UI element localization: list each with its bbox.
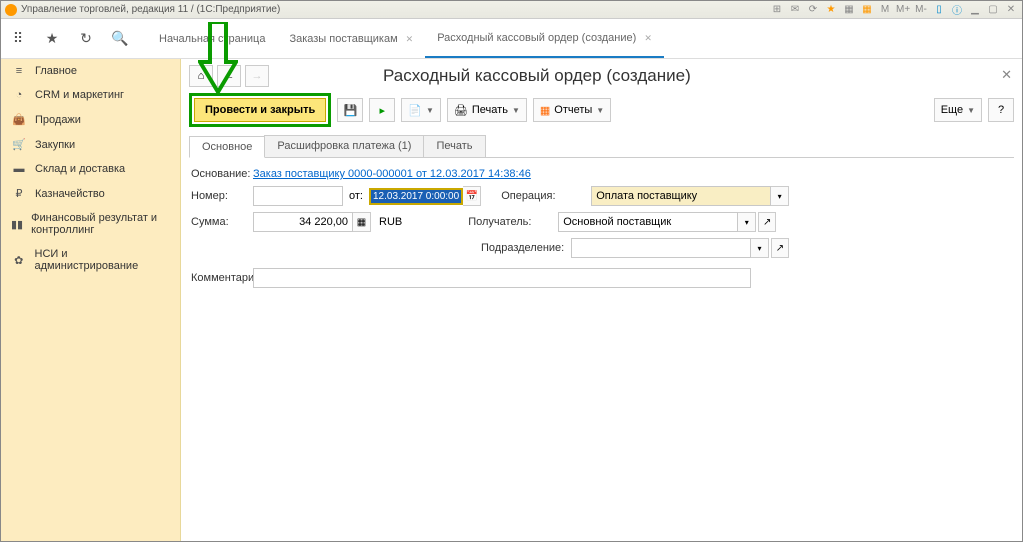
sys-icon-mm[interactable]: M- (914, 4, 928, 15)
chevron-down-icon: ▼ (596, 106, 604, 115)
tab-close-icon[interactable]: ✕ (644, 33, 652, 44)
calendar-button[interactable]: 📅 (463, 186, 481, 206)
sys-icon-1[interactable]: ⊞ (770, 4, 784, 15)
recipient-open[interactable]: ↗ (758, 212, 776, 232)
number-label: Номер: (191, 190, 253, 202)
sidebar-item-admin[interactable]: ✿НСИ и администрирование (1, 242, 180, 278)
window-close[interactable]: ✕ (1004, 4, 1018, 15)
tab-cash-order[interactable]: Расходный кассовый ордер (создание)✕ (425, 20, 664, 58)
bars-icon: ▮▮ (11, 218, 23, 231)
forward-button[interactable]: → (245, 65, 269, 87)
chevron-down-icon: ▼ (512, 106, 520, 115)
recipient-input[interactable] (558, 212, 738, 232)
sys-icon-2[interactable]: ✉ (788, 4, 802, 15)
from-label: от: (349, 190, 363, 202)
tab-close-icon[interactable]: ✕ (406, 34, 414, 45)
operation-label: Операция: (501, 190, 591, 202)
sys-icon-star[interactable]: ★ (824, 4, 838, 15)
chevron-down-icon: ▼ (967, 106, 975, 115)
basis-link[interactable]: Заказ поставщику 0000-000001 от 12.03.20… (253, 168, 531, 180)
window-maximize[interactable]: ▢ (986, 4, 1000, 15)
more-button[interactable]: Еще▼ (934, 98, 982, 122)
sys-icons: ⊞ ✉ ⟳ ★ ▦ ▦ M M+ M- ▯ ⓘ ▁ ▢ ✕ (770, 2, 1018, 17)
sum-label: Сумма: (191, 216, 253, 228)
subtab-payment[interactable]: Расшифровка платежа (1) (264, 135, 424, 157)
box-icon: ▬ (11, 163, 27, 175)
main-toolbar: ⠿ ★ ↻ 🔍 Начальная страница Заказы постав… (1, 19, 1022, 59)
apps-icon[interactable]: ⠿ (5, 26, 31, 52)
save-button[interactable]: 💾 (337, 98, 363, 122)
tab-orders[interactable]: Заказы поставщикам✕ (277, 20, 425, 58)
star-icon[interactable]: ★ (39, 26, 65, 52)
number-input[interactable] (253, 186, 343, 206)
subtab-print[interactable]: Печать (423, 135, 485, 157)
comment-label: Комментарий: (191, 272, 253, 284)
reports-button[interactable]: ▦Отчеты▼ (533, 98, 611, 122)
doc-icon: 📄 (408, 104, 422, 117)
app-icon (5, 4, 17, 16)
post-close-highlight: Провести и закрыть (189, 93, 331, 127)
subtabs: Основное Расшифровка платежа (1) Печать (189, 135, 1014, 158)
sidebar: ≡Главное ◔CRM и маркетинг 👜Продажи 🛒Заку… (1, 59, 181, 541)
subtab-main[interactable]: Основное (189, 136, 265, 158)
chevron-down-icon: ▼ (426, 106, 434, 115)
window-title: Управление торговлей, редакция 11 / (1С:… (21, 4, 770, 15)
department-input[interactable] (571, 238, 751, 258)
create-based-button[interactable]: 📄▼ (401, 98, 441, 122)
cart-icon: 🛒 (11, 138, 27, 151)
sidebar-item-crm[interactable]: ◔CRM и маркетинг (1, 83, 180, 107)
sidebar-item-purchases[interactable]: 🛒Закупки (1, 132, 180, 157)
post-button[interactable]: ▸ (369, 98, 395, 122)
sidebar-item-sales[interactable]: 👜Продажи (1, 107, 180, 132)
form: Основание: Заказ поставщику 0000-000001 … (189, 158, 1014, 304)
sys-icon-5[interactable]: ▦ (842, 4, 856, 15)
pie-icon: ◔ (11, 89, 27, 101)
tab-home[interactable]: Начальная страница (147, 20, 277, 58)
page-title: Расходный кассовый ордер (создание) (383, 66, 691, 86)
page-close-button[interactable]: ✕ (1001, 67, 1012, 83)
report-icon: ▦ (540, 104, 550, 117)
sys-icon-info[interactable]: ⓘ (950, 2, 964, 17)
bag-icon: 👜 (11, 113, 27, 126)
titlebar: Управление торговлей, редакция 11 / (1С:… (1, 1, 1022, 19)
basis-label: Основание: (191, 168, 253, 180)
recipient-dropdown[interactable]: ▾ (738, 212, 756, 232)
home-button[interactable]: ⌂ (189, 65, 213, 87)
sys-icon-mp[interactable]: M+ (896, 4, 910, 15)
print-icon: 🖨 (454, 104, 468, 117)
calculator-button[interactable]: ▦ (353, 212, 371, 232)
coin-icon: ₽ (11, 187, 27, 200)
date-highlight: 12.03.2017 0:00:00 (369, 188, 463, 205)
date-input[interactable]: 12.03.2017 0:00:00 (371, 190, 461, 203)
gear-icon: ✿ (11, 254, 27, 267)
print-button[interactable]: 🖨Печать▼ (447, 98, 527, 122)
department-open[interactable]: ↗ (771, 238, 789, 258)
sys-icon-3[interactable]: ⟳ (806, 4, 820, 15)
sum-input[interactable] (253, 212, 353, 232)
menu-icon: ≡ (11, 65, 27, 77)
comment-input[interactable] (253, 268, 751, 288)
currency-label: RUB (379, 216, 402, 228)
window-minimize[interactable]: ▁ (968, 4, 982, 15)
post-and-close-button[interactable]: Провести и закрыть (194, 98, 326, 122)
sys-icon-6[interactable]: ▦ (860, 4, 874, 15)
sys-icon-m[interactable]: M (878, 4, 892, 15)
sidebar-item-warehouse[interactable]: ▬Склад и доставка (1, 157, 180, 181)
sys-icon-calc[interactable]: ▯ (932, 4, 946, 15)
recipient-label: Получатель: (468, 216, 558, 228)
back-button[interactable]: ← (217, 65, 241, 87)
department-label: Подразделение: (481, 242, 571, 254)
sidebar-item-finance[interactable]: ▮▮Финансовый результат и контроллинг (1, 206, 180, 242)
operation-dropdown[interactable]: ▾ (771, 186, 789, 206)
main-panel: ⌂ ← → Расходный кассовый ордер (создание… (181, 59, 1022, 541)
tabs: Начальная страница Заказы поставщикам✕ Р… (147, 19, 664, 58)
sidebar-item-treasury[interactable]: ₽Казначейство (1, 181, 180, 206)
help-button[interactable]: ? (988, 98, 1014, 122)
department-dropdown[interactable]: ▾ (751, 238, 769, 258)
search-icon[interactable]: 🔍 (107, 26, 133, 52)
operation-input[interactable] (591, 186, 771, 206)
sidebar-item-main[interactable]: ≡Главное (1, 59, 180, 83)
history-icon[interactable]: ↻ (73, 26, 99, 52)
